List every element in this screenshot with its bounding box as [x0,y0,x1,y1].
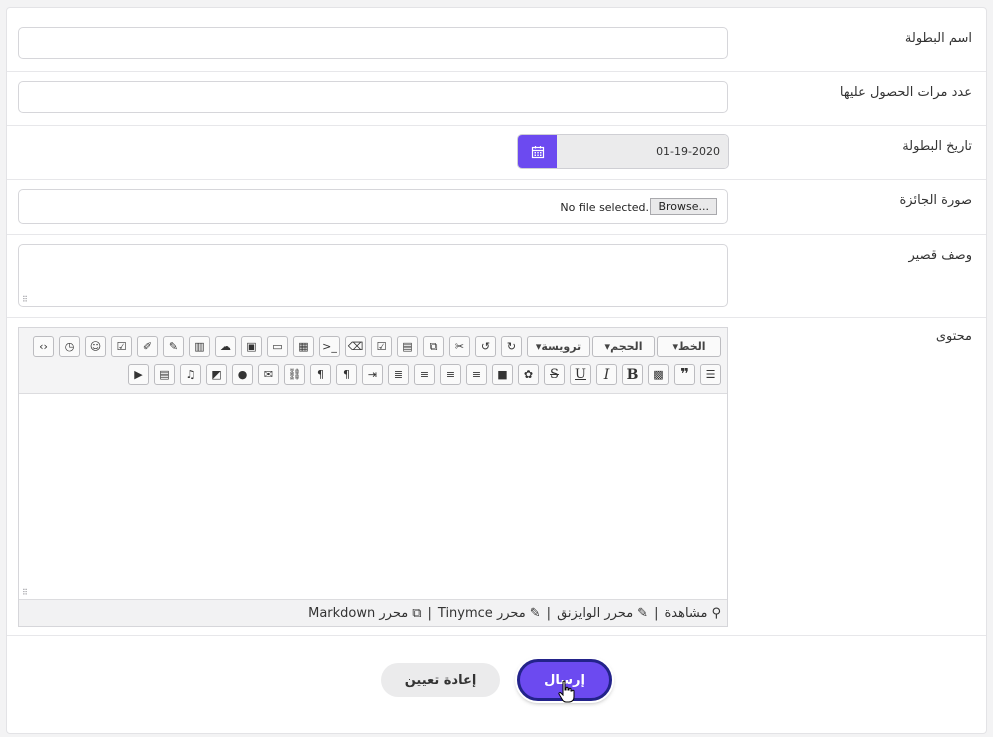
indent-icon[interactable]: ⇥ [362,364,383,385]
markdown-editor-link[interactable]: محرر Markdown [308,606,408,621]
align-left-icon[interactable]: ≡ [414,364,435,385]
edit-icon: ✎ [637,605,649,621]
paragraph-rtl-icon[interactable]: ¶ [336,364,357,385]
redo-icon[interactable]: ↻ [501,336,522,357]
select-all-icon[interactable]: ☑ [371,336,392,357]
label-tournament-name: اسم البطولة [904,31,972,46]
tournament-name-input[interactable] [18,27,728,59]
list-icon[interactable]: ☰ [700,364,721,385]
calendar-button[interactable] [518,135,557,168]
bold-icon[interactable]: B [622,364,643,385]
date-field[interactable]: 01-19-2020 [517,134,729,169]
edit-icon[interactable]: ✐ [137,336,158,357]
file-input[interactable]: Browse... No file selected. [18,189,728,224]
editor-footer: ⚲ مشاهدة | ✎ محرر الوايزنق | ✎ محرر Tiny… [19,599,727,626]
row-date: تاريخ البطولة [7,125,986,180]
paste-icon[interactable]: ▤ [397,336,418,357]
edit-icon: ✎ [529,605,541,621]
editor-toolbar: الخط ▾ الحجم ▾ ترويسة ▾ ↻ ↺ ✂ ⧉ ▤ ☑ ⌫ >_… [19,328,727,394]
label-prize-image: صورة الجائزة [899,193,972,208]
short-description-textarea[interactable]: ⠿ [18,244,728,307]
archive-icon[interactable]: ▥ [189,336,210,357]
browse-button[interactable]: Browse... [650,198,717,215]
editor-content-area[interactable]: ⠿ [19,394,727,599]
copy-icon[interactable]: ⧉ [423,336,444,357]
align-center-icon[interactable]: ≡ [440,364,461,385]
link-icon[interactable]: ⛓ [284,364,305,385]
file-icon[interactable]: ▦ [293,336,314,357]
video-clip-icon[interactable]: ▤ [154,364,175,385]
strikethrough-icon[interactable]: S [544,364,565,385]
source-code-icon[interactable]: ‹› [33,336,54,357]
editor-resize-grip-icon[interactable]: ⠿ [22,588,28,597]
emoji-icon[interactable]: ☺ [85,336,106,357]
pen-icon[interactable]: ✎ [163,336,184,357]
square-icon[interactable]: ■ [492,364,513,385]
reset-button[interactable]: إعادة تعيين [381,663,500,697]
label-content: محتوى [935,329,972,344]
content-editor: الخط ▾ الحجم ▾ ترويسة ▾ ↻ ↺ ✂ ⧉ ▤ ☑ ⌫ >_… [18,327,728,627]
hand-cursor-icon [558,680,575,703]
row-times: عدد مرات الحصول عليها [7,71,986,126]
italic-icon[interactable]: I [596,364,617,385]
size-dropdown[interactable]: الحجم ▾ [592,336,655,357]
undo-icon[interactable]: ↺ [475,336,496,357]
image-icon[interactable]: ▣ [241,336,262,357]
checkbox-icon[interactable]: ☑ [111,336,132,357]
music-icon[interactable]: ♫ [180,364,201,385]
blockquote-icon[interactable]: ❞ [674,364,695,385]
date-value[interactable]: 01-19-2020 [557,135,728,168]
qrcode-icon[interactable]: ▩ [648,364,669,385]
cut-icon[interactable]: ✂ [449,336,470,357]
align-right-icon[interactable]: ≡ [466,364,487,385]
label-short-description: وصف قصير [908,248,973,263]
external-image-icon[interactable]: ◩ [206,364,227,385]
eraser-icon[interactable]: ⌫ [345,336,366,357]
box-icon[interactable]: ▭ [267,336,288,357]
code-icon[interactable]: >_ [319,336,340,357]
preview-link[interactable]: مشاهدة [664,606,707,621]
align-justify-icon[interactable]: ≣ [388,364,409,385]
no-file-text: No file selected. [560,201,649,214]
calendar-icon [531,145,544,158]
palette-icon[interactable]: ✿ [518,364,539,385]
form-card: اسم البطولة عدد مرات الحصول عليها تاريخ … [6,7,987,734]
history-icon[interactable]: ◷ [59,336,80,357]
resize-grip-icon[interactable]: ⠿ [22,295,28,304]
font-dropdown[interactable]: الخط ▾ [657,336,721,357]
tinymce-editor-link[interactable]: محرر Tinymce [438,606,526,621]
upload-cloud-icon[interactable]: ☁ [215,336,236,357]
youtube-icon[interactable]: ▶ [128,364,149,385]
markdown-icon: ⧉ [412,605,422,621]
envelope-icon[interactable]: ✉ [258,364,279,385]
wysiwyg-editor-link[interactable]: محرر الوايزنق [557,606,633,621]
row-name: اسم البطولة [7,8,986,72]
paragraph-ltr-icon[interactable]: ¶ [310,364,331,385]
times-obtained-input[interactable] [18,81,728,113]
heading-dropdown[interactable]: ترويسة ▾ [527,336,590,357]
comment-icon[interactable]: ● [232,364,253,385]
label-tournament-date: تاريخ البطولة [902,139,972,154]
underline-icon[interactable]: U [570,364,591,385]
label-times-obtained: عدد مرات الحصول عليها [839,85,972,100]
search-icon: ⚲ [711,605,721,621]
